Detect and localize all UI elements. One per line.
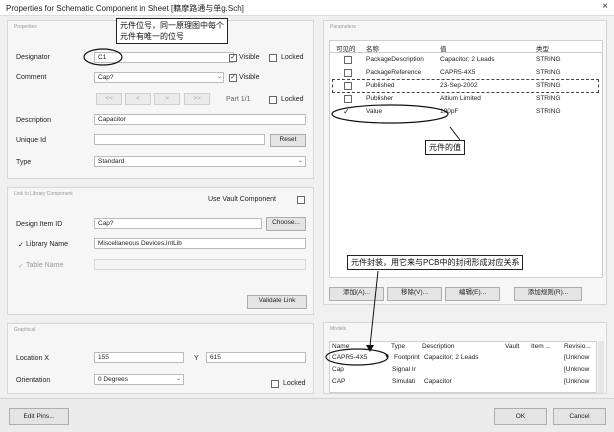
footprint-annotation: 元件封装，用它来与PCB中的封闭形成对应关系	[347, 255, 524, 270]
designator-ellipse	[83, 48, 123, 66]
designator-annotation-line1: 元件位号，同一原理图中每个	[120, 21, 224, 30]
designator-annotation: 元件位号，同一原理图中每个 元件有唯一的位号	[116, 18, 228, 44]
value-arrow	[449, 126, 461, 141]
annotation-overlay	[83, 48, 461, 366]
designator-annotation-line2: 元件有唯一的位号	[120, 32, 184, 41]
value-annotation: 元件的值	[425, 140, 465, 155]
footprint-ellipse	[325, 348, 389, 366]
footprint-arrow	[369, 270, 379, 347]
arrowhead-icon	[366, 345, 374, 352]
value-ellipse	[331, 104, 449, 124]
